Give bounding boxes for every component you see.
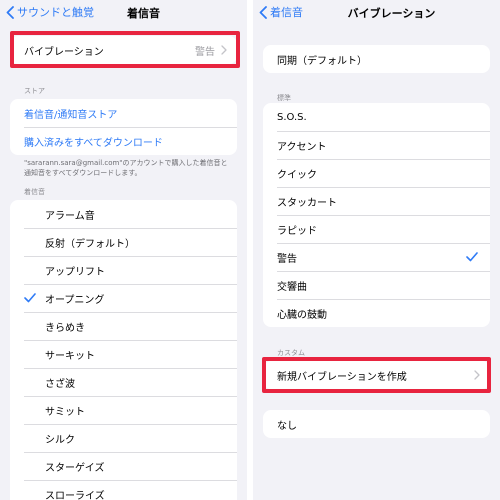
store-footnote: "sararann.sara@gmail.com"のアカウントで購入した着信音と… (24, 159, 228, 177)
navigation-bar: サウンドと触覚 着信音 (0, 0, 247, 26)
ringtone-item[interactable]: サーキット (10, 340, 237, 368)
chevron-left-icon (6, 5, 14, 19)
ringtone-item[interactable]: アラーム音 (10, 200, 237, 228)
vibration-item[interactable]: S.O.S. (263, 103, 490, 131)
checkmark-icon (466, 252, 478, 262)
vibration-item[interactable]: 交響曲 (263, 271, 490, 299)
highlight-box (262, 357, 491, 393)
page-title: 着信音 (127, 7, 160, 20)
standard-section-header: 標準 (277, 94, 291, 102)
ringtone-item[interactable]: 反射（デフォルト） (10, 228, 237, 256)
vibration-item[interactable]: ラピッド (263, 215, 490, 243)
default-vibration-item[interactable]: 同期（デフォルト） (263, 45, 490, 73)
checkmark-icon (24, 293, 36, 303)
ringtone-store-link[interactable]: 着信音/通知音ストア (10, 99, 237, 127)
standard-vibration-list: S.O.S. アクセント クイック スタッカート ラピッド 警告 交響曲 心臓の… (263, 103, 490, 327)
store-section-header: ストア (24, 87, 45, 95)
ringtone-item[interactable]: アップリフト (10, 256, 237, 284)
vibration-item[interactable]: スタッカート (263, 187, 490, 215)
default-group: 同期（デフォルト） (263, 45, 490, 73)
none-group: なし (263, 410, 490, 438)
ringtone-section-header: 着信音 (24, 188, 45, 196)
ringtone-item[interactable]: スローライズ (10, 480, 237, 500)
download-all-purchased-link[interactable]: 購入済みをすべてダウンロード (10, 127, 237, 155)
chevron-left-icon (259, 5, 267, 19)
page-title: バイブレーション (347, 7, 436, 20)
navigation-bar: 着信音 バイブレーション (253, 0, 500, 26)
vibration-item-selected[interactable]: 警告 (263, 243, 490, 271)
ringtone-item-selected[interactable]: オープニング (10, 284, 237, 312)
ringtone-item[interactable]: きらめき (10, 312, 237, 340)
ringtone-panel: サウンドと触覚 着信音 バイブレーション 警告 ストア 着信音/通知音ストア 購… (0, 0, 247, 500)
ringtone-label: オープニング (45, 294, 105, 306)
vibration-item[interactable]: アクセント (263, 131, 490, 159)
ringtone-list: アラーム音 反射（デフォルト） アップリフト オープニング きらめき サーキット… (10, 200, 237, 500)
ringtone-item[interactable]: シルク (10, 424, 237, 452)
store-group: 着信音/通知音ストア 購入済みをすべてダウンロード (10, 99, 237, 155)
ringtone-item[interactable]: スターゲイズ (10, 452, 237, 480)
vibration-item-label: 警告 (277, 253, 297, 265)
vibration-panel: 着信音 バイブレーション 同期（デフォルト） 標準 S.O.S. アクセント ク… (253, 0, 500, 500)
vibration-item[interactable]: 心臓の鼓動 (263, 299, 490, 327)
no-vibration-item[interactable]: なし (263, 410, 490, 438)
vibration-item[interactable]: クイック (263, 159, 490, 187)
ringtone-item[interactable]: サミット (10, 396, 237, 424)
ringtone-item[interactable]: さざ波 (10, 368, 237, 396)
highlight-box (10, 31, 240, 68)
